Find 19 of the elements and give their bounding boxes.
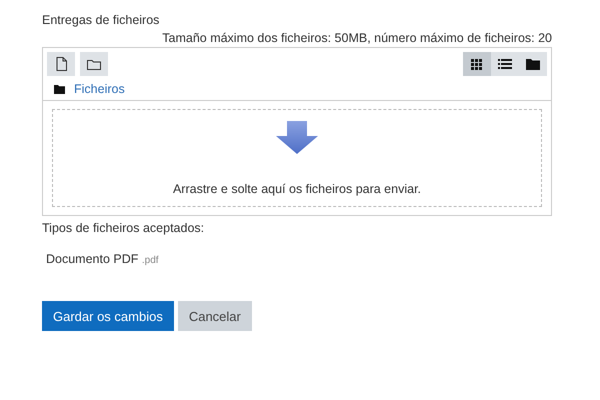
folder-icon [87, 58, 101, 70]
file-icon [56, 57, 66, 71]
upload-limits-text: Tamaño máximo dos ficheiros: 50MB, número máximo de ficheiros: 20 [161, 30, 552, 47]
folder-icon [54, 84, 65, 94]
field-label: Entregas de ficheiros [42, 12, 160, 29]
arrow-down-icon [276, 121, 318, 154]
save-button[interactable]: Gardar os cambios [42, 301, 174, 331]
create-folder-button[interactable] [80, 52, 108, 76]
drop-hint-text: Arrastre e solte aquí os ficheiros para enviar. [172, 182, 422, 196]
drop-zone[interactable]: Arrastre e solte aquí os ficheiros para enviar. [52, 109, 542, 207]
file-type-text: Documento PDF .pdf [46, 252, 160, 266]
cancel-button[interactable]: Cancelar [178, 301, 252, 331]
list-icon [498, 58, 512, 70]
path-link[interactable]: Ficheiros [74, 82, 125, 96]
grid-icon [471, 58, 483, 70]
view-mode-button[interactable] [463, 52, 491, 76]
add-file-button[interactable] [47, 52, 75, 76]
folder-icon [526, 58, 540, 70]
accepted-types-label: Tipos de ficheiros aceptados: [42, 221, 206, 235]
